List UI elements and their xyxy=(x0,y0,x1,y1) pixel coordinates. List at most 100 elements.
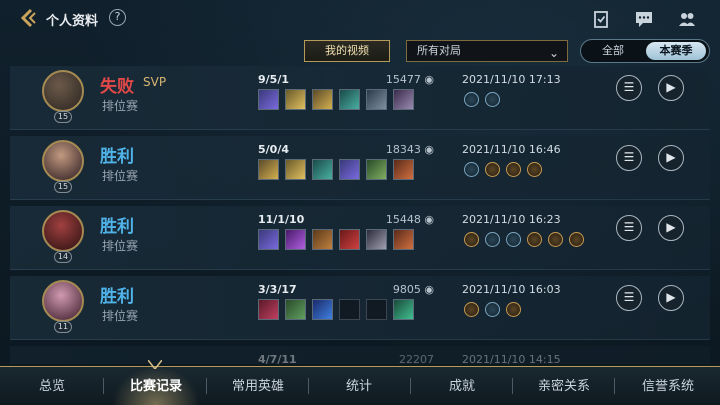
achievement-icon xyxy=(485,92,500,107)
achievement-icon xyxy=(506,302,521,317)
item-icon xyxy=(366,89,387,110)
kda: 5/0/4 xyxy=(258,143,289,156)
chevron-down-icon: ⌄ xyxy=(548,46,559,60)
hero-level-badge: 14 xyxy=(54,251,72,263)
replay-play-button[interactable]: ▶ xyxy=(658,75,684,101)
achievement-icon xyxy=(506,232,521,247)
back-button[interactable] xyxy=(18,7,40,29)
item-icon xyxy=(393,229,414,250)
nav-reputation[interactable]: 信誉系统 xyxy=(630,375,706,394)
coin-icon: ◉ xyxy=(424,73,434,86)
scope-all-option[interactable]: 全部 xyxy=(583,42,643,60)
match-time: 2021/11/10 16:23 xyxy=(462,213,561,226)
hero-avatar xyxy=(42,70,84,112)
coin-icon: ◉ xyxy=(424,143,434,156)
gold-count: 9805 ◉ xyxy=(392,283,434,296)
nav-stats[interactable]: 统计 xyxy=(333,375,385,394)
nav-divider xyxy=(103,378,104,394)
item-icon xyxy=(393,299,414,320)
match-mode: 排位赛 xyxy=(102,239,139,253)
kda: 11/1/10 xyxy=(258,213,305,226)
item-icon xyxy=(339,89,360,110)
match-row[interactable]: 15 胜利 排位赛 5/0/4 18343 ◉ 2021/11/10 16:46… xyxy=(10,136,710,200)
achievement-icon xyxy=(527,162,542,177)
nav-overview[interactable]: 总览 xyxy=(30,375,74,394)
item-icon xyxy=(393,159,414,180)
match-list: 15 失败 SVP 排位赛 9/5/1 15477 ◉ 2021/11/10 1… xyxy=(10,66,710,364)
item-icon xyxy=(285,299,306,320)
gold-count: 15477 ◉ xyxy=(385,73,434,86)
gold-count: 18343 ◉ xyxy=(385,143,434,156)
item-icon xyxy=(339,229,360,250)
match-filter-value: 所有对局 xyxy=(417,44,461,57)
svp-badge: SVP xyxy=(143,75,167,89)
match-row[interactable]: 14 胜利 排位赛 11/1/10 15448 ◉ 2021/11/10 16:… xyxy=(10,206,710,270)
match-row[interactable]: 11 胜利 排位赛 3/3/17 9805 ◉ 2021/11/10 16:03… xyxy=(10,276,710,340)
match-result: 胜利 xyxy=(100,147,134,167)
replay-play-button[interactable]: ▶ xyxy=(658,215,684,241)
match-mode: 排位赛 xyxy=(102,99,139,113)
nav-common-heroes[interactable]: 常用英雄 xyxy=(220,375,296,394)
achievement-icon xyxy=(485,162,500,177)
kda: 9/5/1 xyxy=(258,73,289,86)
replay-play-button[interactable]: ▶ xyxy=(658,145,684,171)
item-icon xyxy=(285,89,306,110)
nav-divider xyxy=(308,378,309,394)
item-icon xyxy=(393,89,414,110)
achievement-icon xyxy=(548,232,563,247)
item-icon xyxy=(366,159,387,180)
item-icon xyxy=(258,89,279,110)
chat-icon[interactable] xyxy=(635,10,653,28)
nav-divider xyxy=(614,378,615,394)
achievement-icon xyxy=(506,162,521,177)
details-list-button[interactable]: ☰ xyxy=(616,145,642,171)
item-icon xyxy=(312,159,333,180)
friends-icon[interactable] xyxy=(678,10,696,28)
hero-level-badge: 11 xyxy=(54,321,72,333)
nav-divider xyxy=(206,378,207,394)
item-icon xyxy=(258,299,279,320)
scope-toggle: 全部 本赛季 xyxy=(580,39,710,63)
nav-divider xyxy=(410,378,411,394)
item-icon xyxy=(312,299,333,320)
details-list-button[interactable]: ☰ xyxy=(616,285,642,311)
item-icon xyxy=(258,229,279,250)
match-mode: 排位赛 xyxy=(102,309,139,323)
match-row-partial[interactable]: 4/7/11 22207 2021/11/10 14:15 xyxy=(10,346,710,364)
item-icon xyxy=(339,159,360,180)
task-clipboard-icon[interactable] xyxy=(592,10,610,28)
empty-item-slot xyxy=(366,299,387,320)
coin-icon: ◉ xyxy=(424,283,434,296)
my-video-button[interactable]: 我的视频 xyxy=(304,40,390,62)
page-title: 个人资料 xyxy=(46,14,99,29)
match-time: 2021/11/10 14:15 xyxy=(462,353,561,364)
match-result: 胜利 xyxy=(100,287,134,307)
hero-avatar xyxy=(42,280,84,322)
match-result: 胜利 xyxy=(100,217,134,237)
replay-play-button[interactable]: ▶ xyxy=(658,285,684,311)
match-row[interactable]: 15 失败 SVP 排位赛 9/5/1 15477 ◉ 2021/11/10 1… xyxy=(10,66,710,130)
gold-count: 22207 xyxy=(399,353,434,364)
details-list-button[interactable]: ☰ xyxy=(616,75,642,101)
achievement-icon xyxy=(569,232,584,247)
item-icon xyxy=(366,229,387,250)
hero-avatar xyxy=(42,210,84,252)
nav-intimacy[interactable]: 亲密关系 xyxy=(526,375,602,394)
item-icon xyxy=(285,159,306,180)
help-icon[interactable]: ? xyxy=(109,9,126,26)
achievement-icon xyxy=(485,302,500,317)
match-result: 失败 xyxy=(100,77,134,97)
kda: 3/3/17 xyxy=(258,283,297,296)
item-icon xyxy=(312,89,333,110)
scope-season-option[interactable]: 本赛季 xyxy=(646,42,706,60)
achievement-icon xyxy=(527,232,542,247)
match-time: 2021/11/10 17:13 xyxy=(462,73,561,86)
details-list-button[interactable]: ☰ xyxy=(616,215,642,241)
achievement-icon xyxy=(485,232,500,247)
achievement-icon xyxy=(464,232,479,247)
nav-divider xyxy=(512,378,513,394)
match-filter-dropdown[interactable]: 所有对局 ⌄ xyxy=(406,40,568,62)
nav-match-history[interactable]: 比赛记录 xyxy=(118,375,194,394)
nav-achievements[interactable]: 成就 xyxy=(436,375,488,394)
item-icon xyxy=(285,229,306,250)
